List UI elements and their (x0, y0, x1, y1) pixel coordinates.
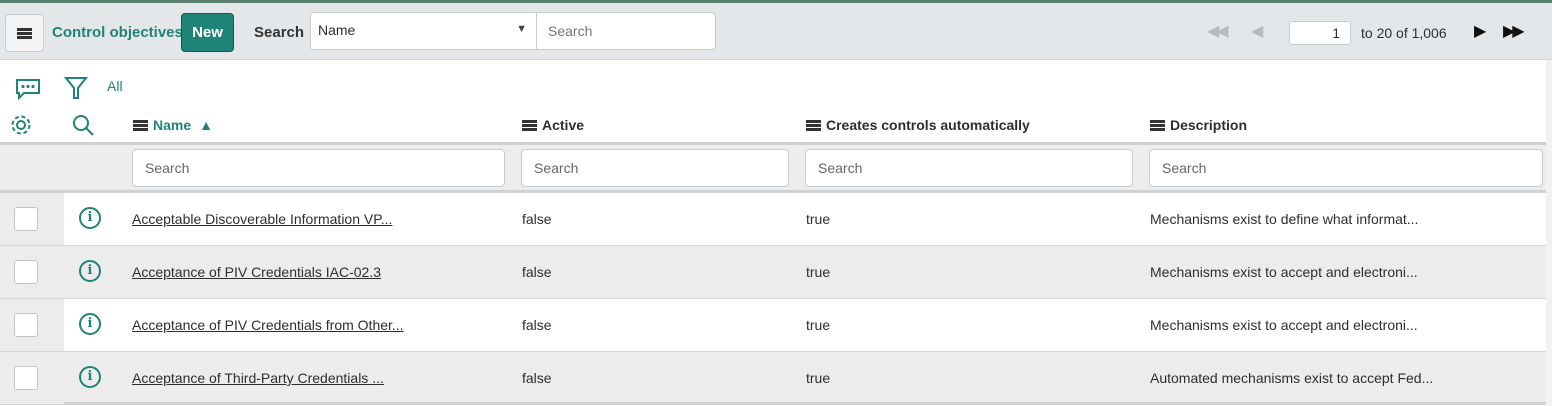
first-page-icon[interactable]: ◀◀ (1207, 21, 1229, 41)
description-cell: Mechanisms exist to accept and electroni… (1150, 317, 1418, 333)
search-label: Search (254, 24, 305, 41)
active-cell: false (522, 317, 552, 333)
table-row: i Acceptable Discoverable Information VP… (0, 193, 1552, 246)
table-row: i Acceptance of PIV Credentials IAC-02.3… (0, 246, 1552, 299)
row-select-cell (0, 246, 64, 298)
info-icon[interactable]: i (79, 260, 101, 282)
column-header-creates-controls[interactable]: Creates controls automatically (806, 117, 1030, 133)
row-select-cell (0, 299, 64, 351)
row-checkbox[interactable] (14, 313, 38, 337)
last-page-icon[interactable]: ▶▶ (1503, 21, 1525, 41)
column-menu-icon[interactable] (1150, 119, 1165, 131)
filter-breadcrumb-all[interactable]: All (107, 78, 123, 94)
record-link[interactable]: Acceptance of Third-Party Credentials ..… (132, 370, 384, 386)
row-select-cell (0, 352, 64, 404)
description-cell: Automated mechanisms exist to accept Fed… (1150, 370, 1434, 386)
description-cell: Mechanisms exist to accept and electroni… (1150, 264, 1418, 280)
column-menu-icon[interactable] (133, 119, 148, 131)
active-cell: false (522, 370, 552, 386)
list-header: Control objectives New Search Name ▼ Sear… (0, 3, 1552, 60)
filter-description-input[interactable]: Search (1149, 149, 1543, 187)
table-row: i Acceptance of Third-Party Credentials … (0, 352, 1552, 405)
row-checkbox[interactable] (14, 207, 38, 231)
active-cell: false (522, 211, 552, 227)
search-field-value: Name (318, 22, 356, 38)
column-header-active[interactable]: Active (522, 117, 584, 133)
column-menu-icon[interactable] (522, 119, 537, 131)
row-select-cell (0, 193, 64, 245)
page-input[interactable]: 1 (1289, 21, 1351, 45)
search-input[interactable]: Search (536, 12, 716, 50)
column-label: Active (542, 117, 585, 133)
info-icon[interactable]: i (79, 366, 101, 388)
filter-name-input[interactable]: Search (132, 149, 505, 187)
creates-controls-cell: true (806, 370, 831, 386)
prev-page-icon[interactable]: ◀ (1251, 21, 1263, 41)
search-field-select[interactable]: Name ▼ (310, 12, 537, 50)
creates-controls-cell: true (806, 317, 831, 333)
column-filter-row: Search Search Search Search (0, 145, 1552, 190)
list-menu-button[interactable] (5, 14, 44, 52)
search-icon[interactable] (71, 113, 95, 137)
active-cell: false (522, 264, 552, 280)
sort-ascending-icon: ▲ (199, 117, 213, 133)
chevron-down-icon: ▼ (516, 23, 527, 35)
row-checkbox[interactable] (14, 366, 38, 390)
record-link[interactable]: Acceptance of PIV Credentials from Other… (132, 317, 404, 333)
next-page-icon[interactable]: ▶ (1474, 21, 1486, 41)
page-title: Control objectives (52, 24, 183, 41)
filter-active-input[interactable]: Search (521, 149, 789, 187)
row-checkbox[interactable] (14, 260, 38, 284)
column-menu-icon[interactable] (806, 119, 821, 131)
info-icon[interactable]: i (79, 313, 101, 335)
column-label: Description (1170, 117, 1248, 133)
column-header-name[interactable]: Name ▲ (133, 117, 213, 133)
column-label: Name (153, 117, 192, 133)
creates-controls-cell: true (806, 211, 831, 227)
scrollbar[interactable] (1546, 60, 1552, 406)
column-label: Creates controls automatically (826, 117, 1030, 133)
description-cell: Mechanisms exist to define what informat… (1150, 211, 1419, 227)
hamburger-icon (17, 27, 32, 39)
table-row: i Acceptance of PIV Credentials from Oth… (0, 299, 1552, 352)
filter-icon[interactable] (64, 76, 88, 101)
activity-stream-icon[interactable] (15, 78, 41, 100)
gear-icon[interactable] (9, 113, 33, 137)
record-link[interactable]: Acceptable Discoverable Information VP..… (132, 211, 392, 227)
column-header-description[interactable]: Description (1150, 117, 1247, 133)
page-range-text: to 20 of 1,006 (1361, 25, 1447, 41)
creates-controls-cell: true (806, 264, 831, 280)
new-button[interactable]: New (181, 13, 234, 52)
record-link[interactable]: Acceptance of PIV Credentials IAC-02.3 (132, 264, 381, 280)
info-icon[interactable]: i (79, 207, 101, 229)
filter-creates-controls-input[interactable]: Search (805, 149, 1133, 187)
